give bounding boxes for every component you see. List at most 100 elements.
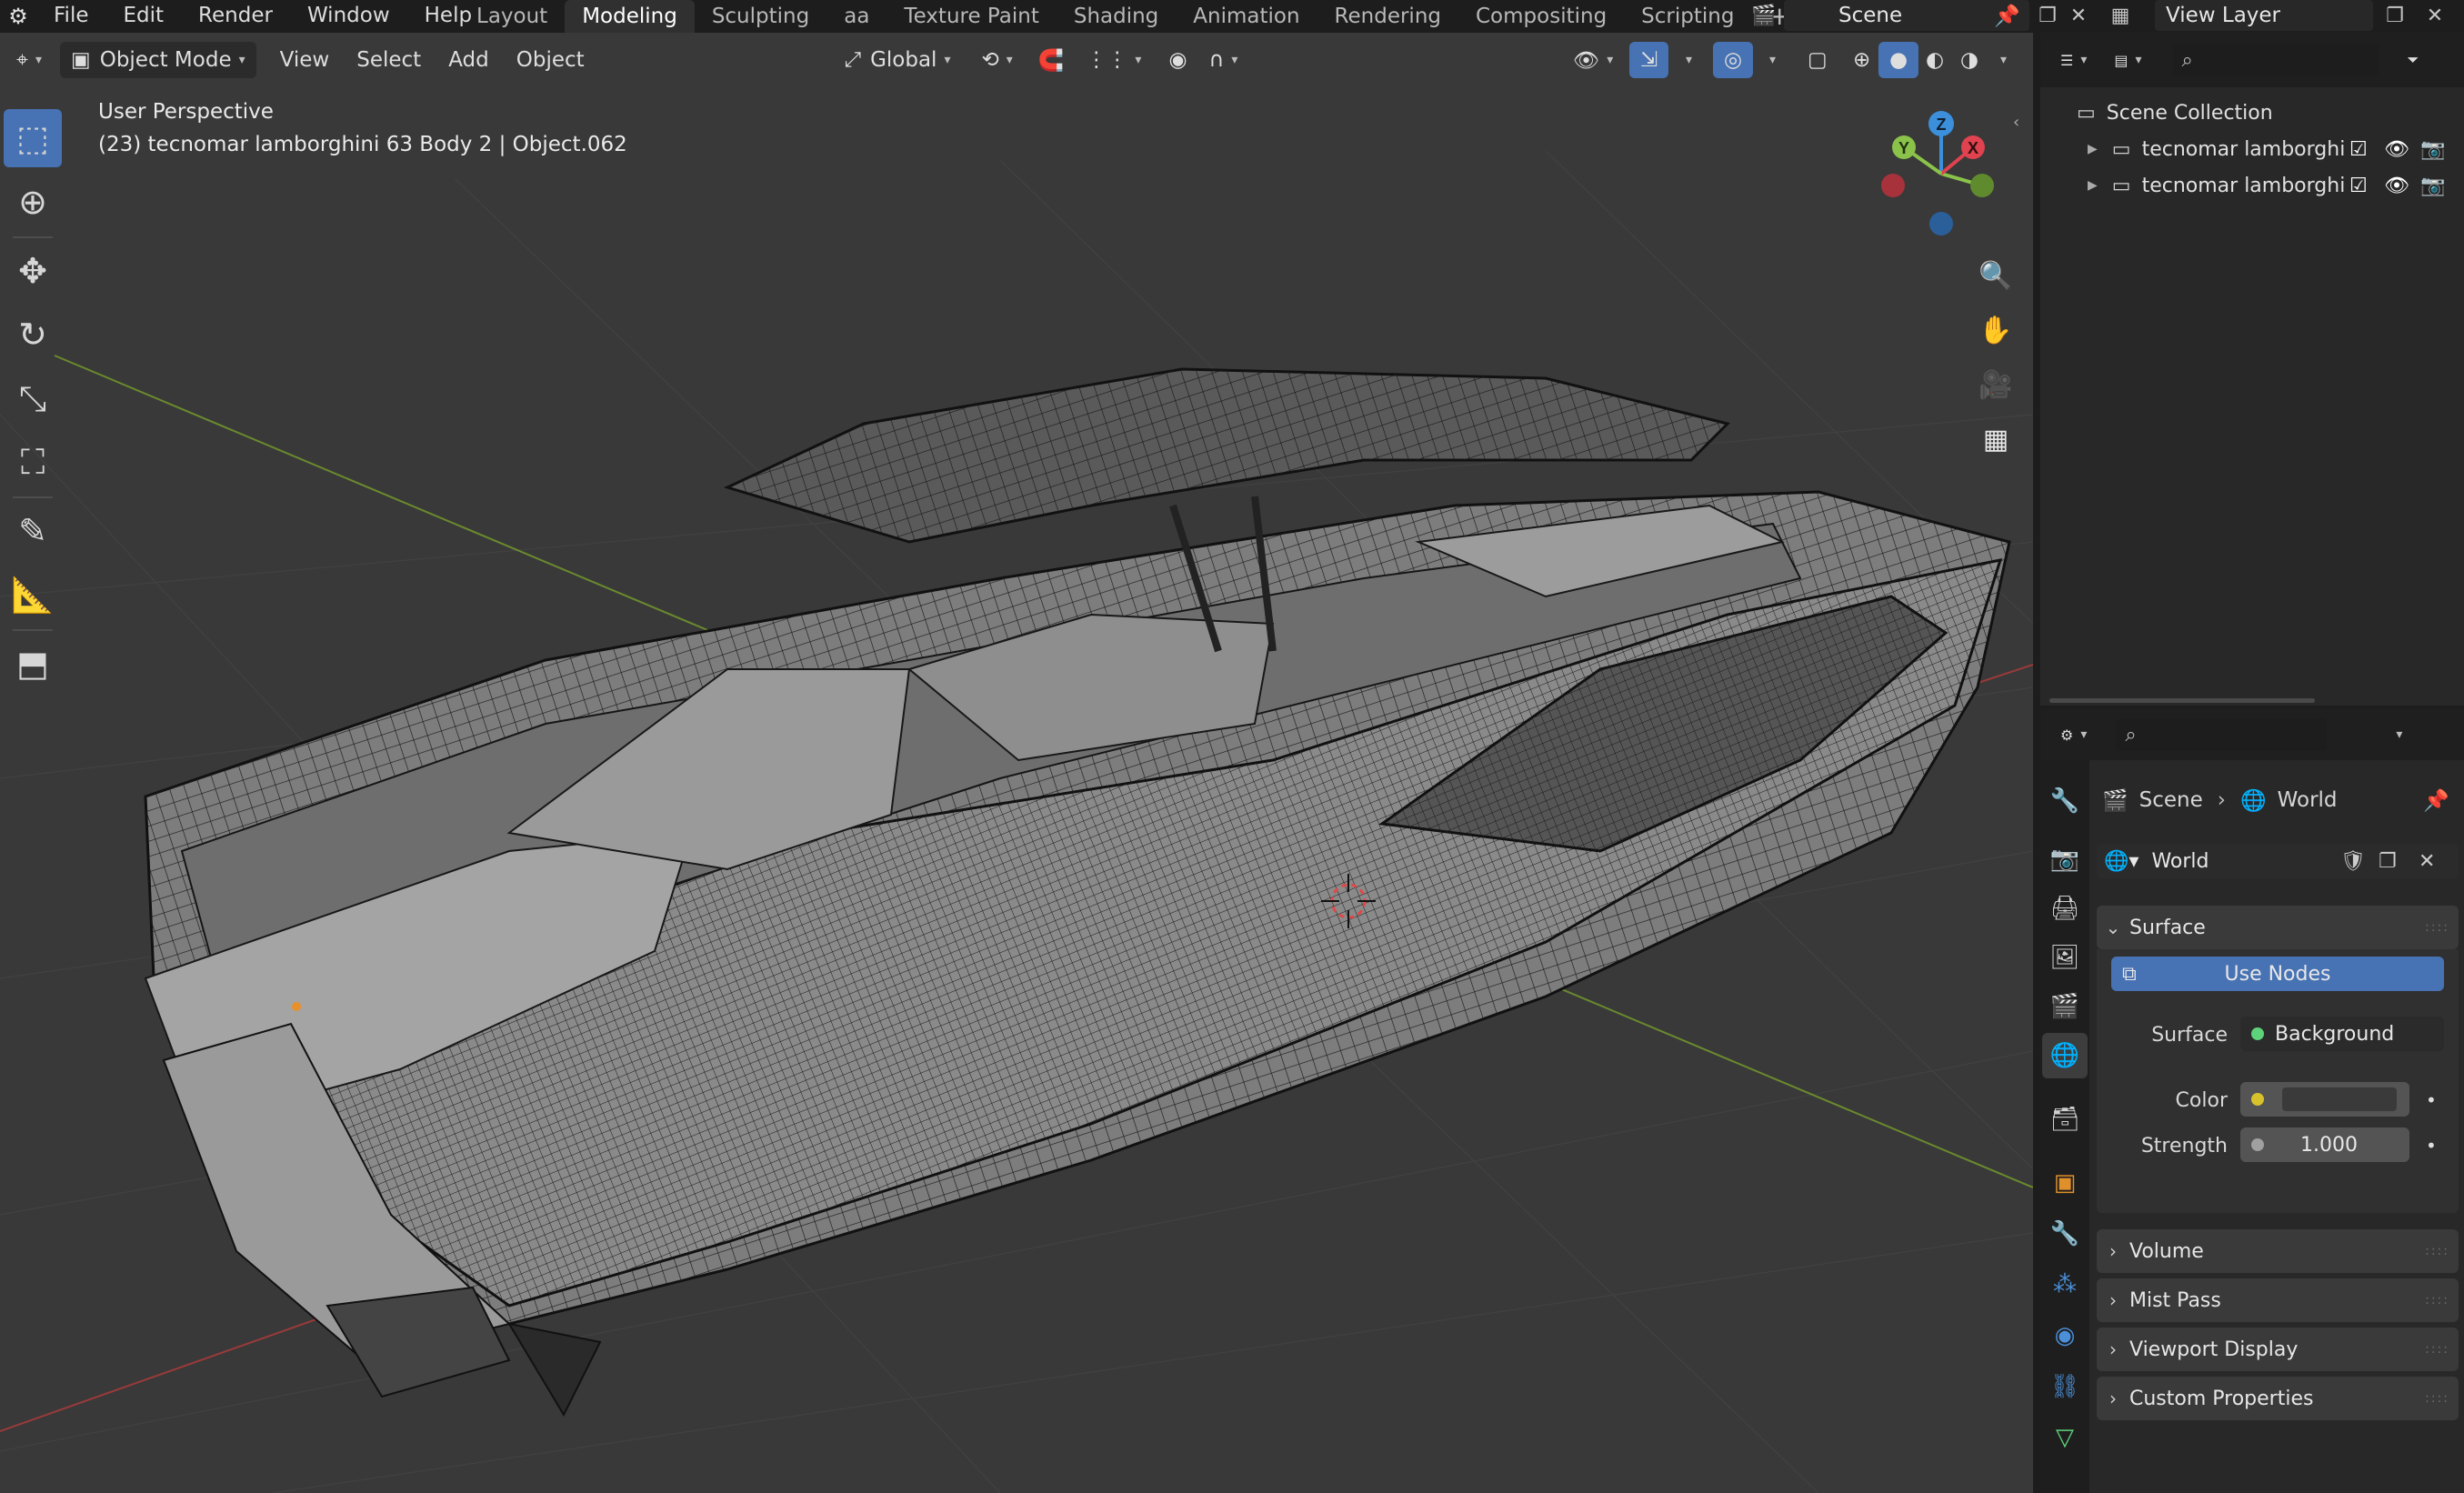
visibility-eye-icon[interactable]: 👁 xyxy=(2384,138,2409,161)
pin-icon[interactable]: 📌 xyxy=(1994,4,2020,28)
render-camera-icon[interactable]: 📷 xyxy=(2420,138,2445,161)
strength-field[interactable]: 1.000 xyxy=(2240,1127,2409,1162)
gizmo-neg-x-axis[interactable] xyxy=(1881,174,1905,197)
duplicate-world-icon[interactable]: ❐ xyxy=(2379,850,2397,873)
filter-icon[interactable]: ⏷ xyxy=(2397,42,2430,78)
menu-render[interactable]: Render xyxy=(181,0,290,33)
scene-field[interactable]: Scene 📌 xyxy=(1784,0,2029,31)
move-tool-icon[interactable]: ✥ xyxy=(4,242,62,300)
view-layer-tab-icon[interactable]: 🖼 xyxy=(2042,935,2088,980)
exclude-checkbox[interactable]: ☑ xyxy=(2349,175,2368,197)
custom-properties-section-header[interactable]: › Custom Properties :::: xyxy=(2097,1377,2459,1420)
render-camera-icon[interactable]: 📷 xyxy=(2420,175,2445,197)
volume-section-header[interactable]: › Volume :::: xyxy=(2097,1229,2459,1273)
constraints-tab-icon[interactable]: ⛓ xyxy=(2042,1364,2088,1409)
pan-hand-icon[interactable]: ✋ xyxy=(1973,307,2018,353)
keyframe-dot-icon[interactable]: • xyxy=(2426,1135,2437,1157)
outliner-editor-type-icon[interactable]: ☰ ▾ xyxy=(2049,42,2098,78)
menu-file[interactable]: File xyxy=(36,0,106,33)
world-browse-icon[interactable]: 🌐▾ xyxy=(2104,850,2138,873)
scale-tool-icon[interactable]: ⤡ xyxy=(4,369,62,427)
properties-editor-type-icon[interactable]: ⚙ ▾ xyxy=(2049,716,2098,753)
zoom-icon[interactable]: 🔍 xyxy=(1973,253,2018,298)
tab-animation[interactable]: Animation xyxy=(1176,0,1317,33)
wireframe-shading-icon[interactable]: ⊕ xyxy=(1842,42,1881,78)
new-scene-icon[interactable]: ❐ xyxy=(2033,2,2062,29)
tab-sculpting[interactable]: Sculpting xyxy=(695,0,826,33)
exclude-checkbox[interactable]: ☑ xyxy=(2349,138,2368,161)
delete-view-layer-icon[interactable]: ✕ xyxy=(2420,2,2449,29)
unlink-world-icon[interactable]: ✕ xyxy=(2419,850,2435,873)
snap-target-icon[interactable]: ⋮⋮ ▾ xyxy=(1075,42,1152,78)
viewport-display-section-header[interactable]: › Viewport Display :::: xyxy=(2097,1328,2459,1371)
view-layer-field[interactable]: View Layer xyxy=(2155,0,2373,31)
surface-section-header[interactable]: ⌄ Surface :::: xyxy=(2097,906,2459,949)
physics-tab-icon[interactable]: ◉ xyxy=(2042,1313,2088,1358)
menu-select[interactable]: Select xyxy=(346,42,432,78)
pin-icon[interactable]: 📌 xyxy=(2423,788,2449,813)
snap-toggle-icon[interactable]: 🧲 xyxy=(1027,42,1076,78)
gizmo-menu-icon[interactable]: ▾ xyxy=(1668,42,1703,78)
collection-tab-icon[interactable]: 🗃 xyxy=(2042,1097,2088,1142)
camera-view-icon[interactable]: 🎥 xyxy=(1973,362,2018,407)
tab-aa[interactable]: aa xyxy=(826,0,886,33)
scene-tab-icon[interactable]: 🎬 xyxy=(2042,984,2088,1029)
outliner-scrollbar[interactable] xyxy=(2049,698,2315,703)
transform-orientation-selector[interactable]: ⤢ Global ▾ xyxy=(834,42,962,78)
strength-value[interactable]: 1.000 xyxy=(2300,1134,2358,1157)
menu-object[interactable]: Object xyxy=(506,42,596,78)
tab-scripting[interactable]: Scripting xyxy=(1624,0,1751,33)
tab-modeling[interactable]: Modeling xyxy=(565,0,695,33)
outliner-root[interactable]: ▭ Scene Collection xyxy=(2040,95,2464,131)
expand-arrow-icon[interactable]: ▶ xyxy=(2088,178,2098,193)
gizmo-neg-y-axis[interactable] xyxy=(1970,174,1994,197)
menu-add[interactable]: Add xyxy=(437,42,500,78)
delete-scene-icon[interactable]: ✕ xyxy=(2064,2,2093,29)
properties-search-input[interactable]: ⌕ xyxy=(2116,718,2328,751)
xray-toggle-icon[interactable]: ▢ xyxy=(1797,42,1838,78)
surface-shader-selector[interactable]: Background xyxy=(2240,1017,2444,1051)
add-cube-tool-icon[interactable]: ⬒ xyxy=(4,635,62,693)
boat-model[interactable] xyxy=(144,367,2011,1418)
data-tab-icon[interactable]: ▽ xyxy=(2042,1415,2088,1460)
tool-tab-icon[interactable]: 🔧 xyxy=(2042,778,2088,824)
editor-type-icon[interactable]: ⌖ ▾ xyxy=(5,42,53,78)
annotate-tool-icon[interactable]: ✎ xyxy=(4,502,62,560)
menu-view[interactable]: View xyxy=(269,42,341,78)
outliner-item[interactable]: ▶ ▭ tecnomar lamborghi ☑ 👁 📷 xyxy=(2040,167,2464,204)
menu-window[interactable]: Window xyxy=(290,0,407,33)
transform-tool-icon[interactable]: ⛶ xyxy=(4,433,62,491)
cursor-tool-icon[interactable]: ⊕ xyxy=(4,173,62,231)
particles-tab-icon[interactable]: ⁂ xyxy=(2042,1262,2088,1308)
navigation-gizmo[interactable]: Z X Y xyxy=(1873,105,2009,242)
solid-shading-icon[interactable]: ● xyxy=(1878,42,1919,78)
select-box-tool-icon[interactable]: ⬚ xyxy=(4,109,62,167)
mode-selector[interactable]: ▣ Object Mode ▾ xyxy=(59,42,256,78)
perspective-toggle-icon[interactable]: ▦ xyxy=(1973,416,2018,462)
viewport-scene[interactable] xyxy=(0,33,2033,1493)
use-nodes-button[interactable]: ⧉ Use Nodes xyxy=(2111,957,2444,991)
world-name-field[interactable]: World xyxy=(2151,850,2209,873)
menu-edit[interactable]: Edit xyxy=(106,0,182,33)
view-layer-selector-icon[interactable]: ▦ xyxy=(2106,2,2135,29)
visibility-eye-icon[interactable]: 👁 xyxy=(2384,175,2409,197)
color-swatch[interactable] xyxy=(2282,1087,2397,1111)
visibility-icon[interactable]: 👁 ▾ xyxy=(1562,42,1624,78)
mist-pass-section-header[interactable]: › Mist Pass :::: xyxy=(2097,1278,2459,1322)
blender-logo-icon[interactable]: ⚙ xyxy=(0,0,36,33)
keyframe-dot-icon[interactable]: • xyxy=(2426,1089,2437,1111)
sidebar-toggle-icon[interactable]: ‹ xyxy=(2013,113,2019,132)
color-field[interactable] xyxy=(2240,1082,2409,1117)
tab-layout[interactable]: Layout xyxy=(459,0,565,33)
properties-options-icon[interactable]: ▾ xyxy=(2378,716,2413,753)
gizmo-neg-z-axis[interactable] xyxy=(1929,212,1953,235)
tab-compositing[interactable]: Compositing xyxy=(1458,0,1624,33)
modifier-tab-icon[interactable]: 🔧 xyxy=(2042,1211,2088,1257)
outliner-item[interactable]: ▶ ▭ tecnomar lamborghi ☑ 👁 📷 xyxy=(2040,131,2464,167)
pivot-point-icon[interactable]: ⟲ ▾ xyxy=(970,42,1023,78)
outliner-search-input[interactable]: ⌕ xyxy=(2172,44,2379,76)
expand-arrow-icon[interactable]: ▶ xyxy=(2088,142,2098,156)
shading-menu-icon[interactable]: ▾ xyxy=(1982,42,2018,78)
measure-tool-icon[interactable]: 📐 xyxy=(4,566,62,624)
falloff-icon[interactable]: ∩ ▾ xyxy=(1198,42,1249,78)
